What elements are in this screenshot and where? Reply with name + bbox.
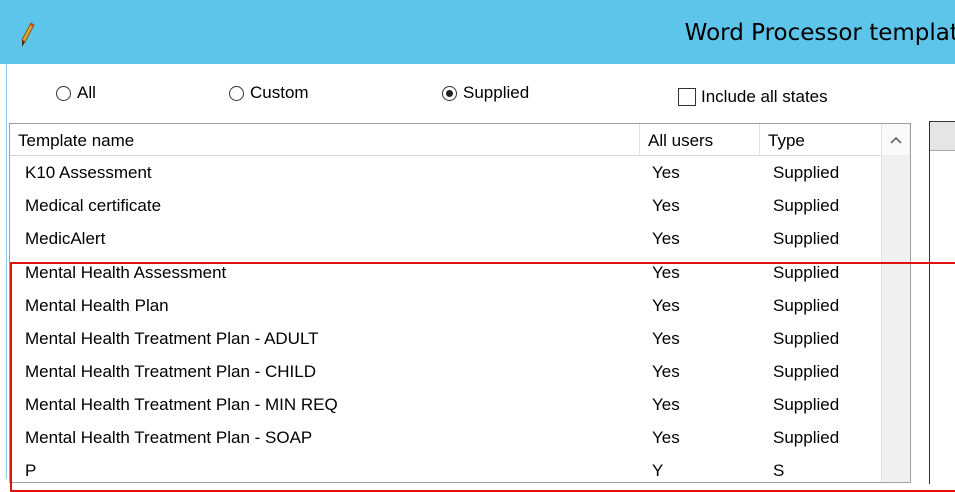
- table-row[interactable]: Medical certificate Yes Supplied: [10, 188, 884, 221]
- template-name-cell: Mental Health Treatment Plan - MIN REQ: [25, 395, 338, 414]
- all-users-cell: Yes: [652, 428, 680, 447]
- all-users-cell: Yes: [652, 329, 680, 348]
- all-users-cell: Yes: [652, 163, 680, 182]
- preview-panel-header: [930, 122, 955, 151]
- type-cell: Supplied: [773, 428, 840, 447]
- template-name-cell: Mental Health Treatment Plan - SOAP: [25, 428, 313, 447]
- vertical-scrollbar[interactable]: [881, 124, 910, 482]
- radio-custom[interactable]: Custom: [229, 82, 309, 104]
- table-row[interactable]: Mental Health Plan Yes Supplied: [10, 288, 884, 321]
- pen-icon: [21, 22, 35, 47]
- radio-all-label: All: [77, 83, 96, 102]
- type-cell: Supplied: [773, 296, 840, 315]
- type-cell: Supplied: [773, 395, 840, 414]
- include-all-states-checkbox[interactable]: Include all states: [678, 86, 828, 108]
- column-header-all-users-label: All users: [648, 131, 714, 150]
- column-header-template-name-label: Template name: [18, 131, 135, 150]
- type-cell: Supplied: [773, 229, 840, 248]
- column-header-type-label: Type: [768, 131, 805, 150]
- type-cell: Supplied: [773, 263, 840, 282]
- window-title: Word Processor templates: [684, 20, 955, 46]
- column-header-template-name[interactable]: Template name: [10, 124, 640, 155]
- chevron-up-icon: [889, 136, 902, 144]
- radio-supplied-circle[interactable]: [442, 85, 457, 101]
- all-users-cell: Yes: [652, 229, 680, 248]
- radio-supplied-label: Supplied: [463, 83, 530, 102]
- radio-custom-label: Custom: [250, 83, 309, 102]
- all-users-cell: Yes: [652, 263, 680, 282]
- radio-all-circle[interactable]: [56, 85, 71, 101]
- column-header-type[interactable]: Type: [760, 124, 884, 155]
- type-cell: Supplied: [773, 329, 840, 348]
- grid-header: Template name All users Type: [10, 124, 884, 156]
- radio-custom-circle[interactable]: [229, 85, 244, 101]
- all-users-cell: Yes: [652, 362, 680, 381]
- radio-all[interactable]: All: [56, 82, 96, 104]
- template-name-cell: Mental Health Treatment Plan - ADULT: [25, 329, 319, 348]
- table-row[interactable]: Mental Health Treatment Plan - SOAP Yes …: [10, 420, 884, 453]
- template-name-cell: Mental Health Assessment: [25, 263, 227, 282]
- include-all-states-box[interactable]: [678, 88, 696, 106]
- preview-panel: [929, 121, 955, 484]
- table-row[interactable]: K10 Assessment Yes Supplied: [10, 155, 884, 188]
- table-row[interactable]: Mental Health Treatment Plan - CHILD Yes…: [10, 354, 884, 387]
- template-name-cell: Mental Health Plan: [25, 296, 169, 315]
- template-name-cell: K10 Assessment: [25, 163, 152, 182]
- template-name-cell: Mental Health Treatment Plan - CHILD: [25, 362, 317, 381]
- title-bar: Word Processor templates: [0, 0, 955, 64]
- all-users-cell: Yes: [652, 196, 680, 215]
- template-name-cell: MedicAlert: [25, 229, 106, 248]
- radio-supplied[interactable]: Supplied: [442, 82, 529, 104]
- type-cell: Supplied: [773, 362, 840, 381]
- table-row[interactable]: MedicAlert Yes Supplied: [10, 221, 884, 254]
- table-row[interactable]: Mental Health Treatment Plan - MIN REQ Y…: [10, 387, 884, 420]
- table-row[interactable]: Mental Health Treatment Plan - ADULT Yes…: [10, 321, 884, 354]
- type-cell: Supplied: [773, 196, 840, 215]
- include-all-states-label: Include all states: [701, 87, 828, 106]
- templates-grid[interactable]: Template name All users Type K10 Assessm…: [9, 123, 911, 483]
- table-row[interactable]: Mental Health Assessment Yes Supplied: [10, 255, 884, 288]
- column-header-all-users[interactable]: All users: [640, 124, 760, 155]
- all-users-cell: Yes: [652, 395, 680, 414]
- scroll-up-button[interactable]: [882, 124, 909, 155]
- type-cell: Supplied: [773, 163, 840, 182]
- template-name-cell: Medical certificate: [25, 196, 162, 215]
- all-users-cell: Yes: [652, 296, 680, 315]
